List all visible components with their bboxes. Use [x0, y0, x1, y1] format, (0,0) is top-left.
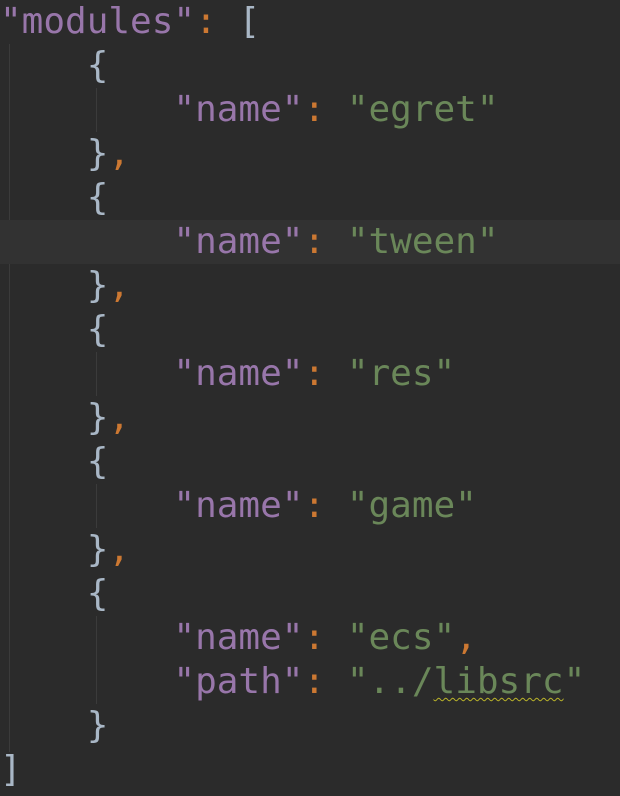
- json-key: "name": [173, 353, 304, 394]
- json-bracket: }: [86, 133, 109, 174]
- code-line[interactable]: {: [0, 44, 620, 88]
- json-key: "name": [173, 617, 304, 658]
- json-string: "egret": [346, 89, 499, 130]
- json-key: "name": [173, 221, 304, 262]
- code-line[interactable]: "name": "egret": [0, 88, 620, 132]
- json-bracket: {: [86, 177, 109, 218]
- code-line[interactable]: },: [0, 264, 620, 308]
- code-line[interactable]: }: [0, 704, 620, 748]
- json-punctuation: ,: [108, 529, 131, 570]
- json-bracket: {: [86, 573, 109, 614]
- json-punctuation: :: [303, 89, 326, 130]
- code-line[interactable]: "modules": [: [0, 0, 620, 44]
- code-line[interactable]: "name": "res": [0, 352, 620, 396]
- spellcheck-word: libsrc: [433, 661, 564, 702]
- code-line[interactable]: "path": "../libsrc": [0, 660, 620, 704]
- json-string: "ecs": [346, 617, 456, 658]
- json-punctuation: :: [195, 1, 217, 42]
- json-bracket: [: [238, 1, 261, 42]
- json-bracket: }: [86, 265, 109, 306]
- json-bracket: }: [86, 397, 109, 438]
- json-punctuation: ,: [455, 617, 477, 658]
- code-line[interactable]: {: [0, 572, 620, 616]
- json-string: "tween": [346, 221, 499, 262]
- json-punctuation: :: [303, 617, 326, 658]
- code-line[interactable]: },: [0, 396, 620, 440]
- json-string: ": [563, 661, 586, 702]
- json-punctuation: :: [303, 353, 326, 394]
- json-punctuation: ,: [108, 265, 131, 306]
- json-punctuation: :: [303, 485, 326, 526]
- json-bracket: }: [86, 705, 109, 746]
- code-line[interactable]: {: [0, 176, 620, 220]
- code-line[interactable]: "name": "game": [0, 484, 620, 528]
- code-line[interactable]: {: [0, 440, 620, 484]
- json-punctuation: ,: [108, 397, 131, 438]
- json-bracket: {: [86, 45, 109, 86]
- code-line[interactable]: ]: [0, 748, 620, 792]
- code-line[interactable]: },: [0, 528, 620, 572]
- json-string: "game": [346, 485, 477, 526]
- json-key: "name": [173, 89, 304, 130]
- json-key: "modules": [0, 1, 196, 42]
- code-line[interactable]: "name": "ecs",: [0, 616, 620, 660]
- json-string: "res": [346, 353, 456, 394]
- json-bracket: }: [86, 529, 109, 570]
- json-key: "path": [173, 661, 304, 702]
- code-line[interactable]: },: [0, 132, 620, 176]
- json-bracket: {: [86, 441, 109, 482]
- code-editor[interactable]: "modules": [ { "name": "egret" }, { "nam…: [0, 0, 620, 796]
- json-bracket: {: [86, 309, 109, 350]
- json-bracket: ]: [0, 749, 22, 790]
- json-punctuation: :: [303, 221, 326, 262]
- code-line[interactable]: {: [0, 308, 620, 352]
- json-string: "../: [346, 661, 434, 702]
- code-line-current[interactable]: "name": "tween": [0, 220, 620, 264]
- json-punctuation: ,: [108, 133, 131, 174]
- json-punctuation: :: [303, 661, 326, 702]
- json-key: "name": [173, 485, 304, 526]
